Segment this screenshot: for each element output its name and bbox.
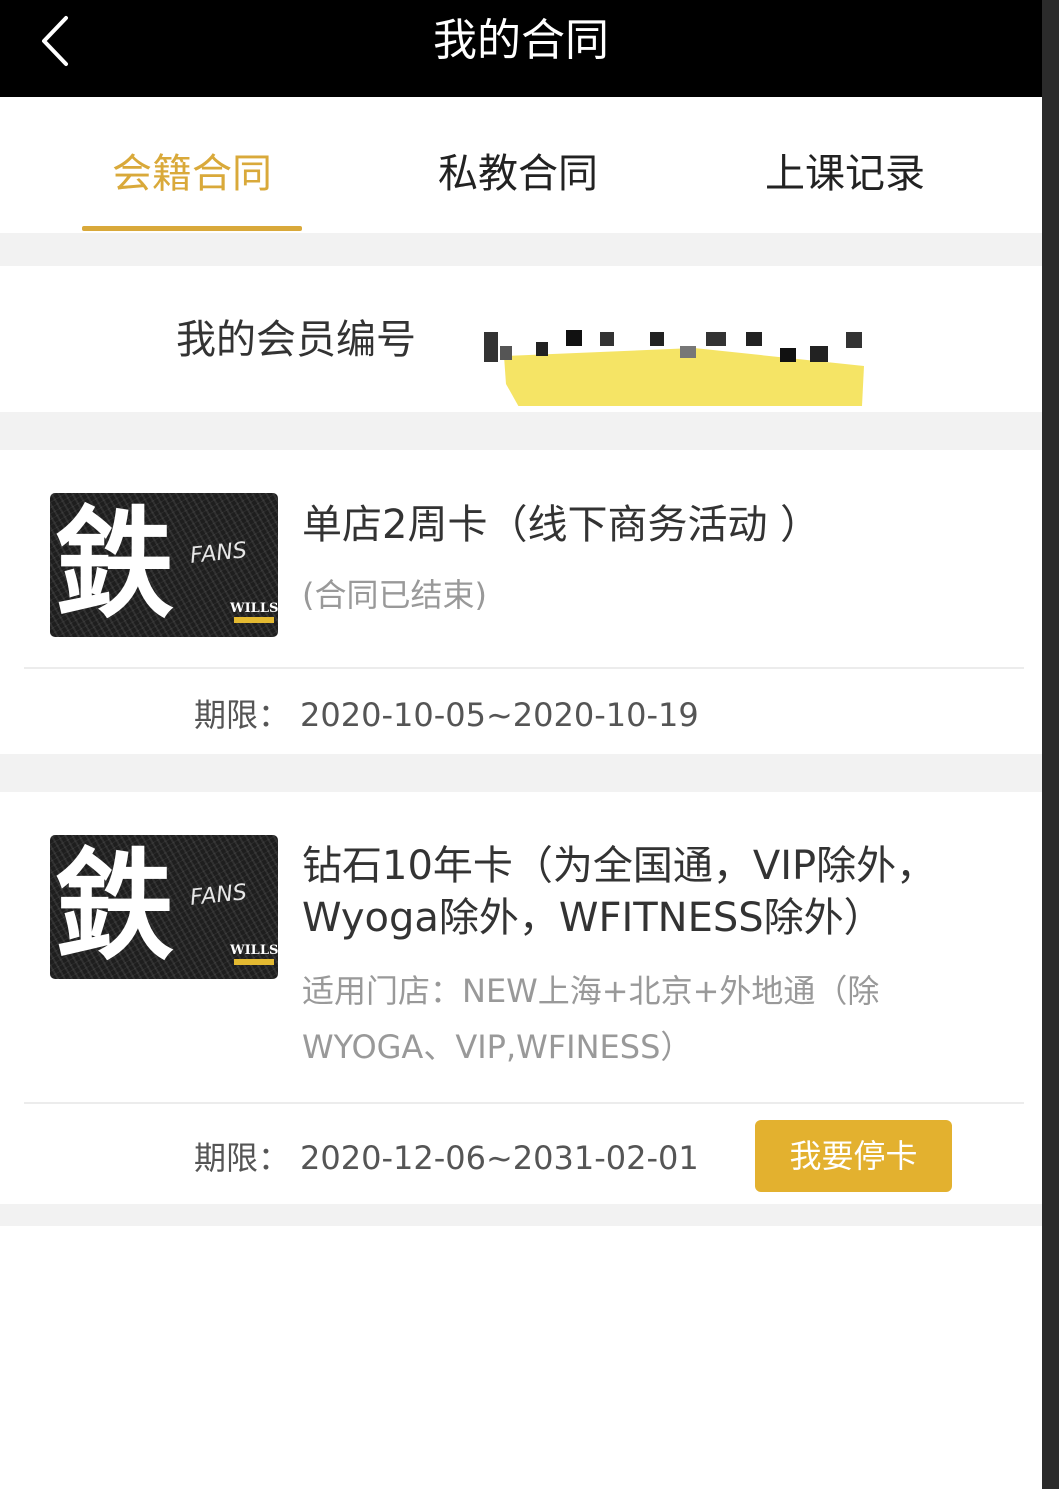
member-number-label: 我的会员编号 <box>176 317 416 363</box>
stop-card-button[interactable]: 我要停卡 <box>755 1120 952 1192</box>
period-value: 2020-10-05~2020-10-19 <box>300 696 699 734</box>
active-tab-indicator <box>82 226 302 231</box>
contract-card[interactable]: 鉄 FANS WILLS 单店2周卡（线下商务活动 ） (合同已结束) 期限： … <box>0 450 1042 754</box>
page-title: 我的合同 <box>433 15 609 66</box>
section-separator <box>0 233 1042 266</box>
member-number-redacted <box>484 330 864 406</box>
card-image-brand: WILLS <box>230 943 278 958</box>
card-image-brand: WILLS <box>230 601 278 616</box>
tab-membership-contract[interactable]: 会籍合同 <box>62 149 322 199</box>
contract-status: (合同已结束) <box>302 576 487 614</box>
card-image-character: 鉄 <box>54 494 174 635</box>
top-bar: 我的合同 <box>0 0 1042 97</box>
section-separator <box>0 754 1042 792</box>
card-image-character: 鉄 <box>54 836 174 977</box>
contract-title: 钻石10年卡（为全国通，VIP除外，Wyoga除外，WFITNESS除外） <box>302 843 937 941</box>
divider <box>24 667 1024 669</box>
member-number-row: 我的会员编号 <box>0 266 1042 412</box>
tab-class-records[interactable]: 上课记录 <box>715 149 975 199</box>
tab-private-coach-contract[interactable]: 私教合同 <box>388 149 648 199</box>
divider <box>24 1102 1024 1104</box>
tab-bar: 会籍合同 私教合同 上课记录 <box>0 97 1042 233</box>
contract-title: 单店2周卡（线下商务活动 ） <box>302 502 821 548</box>
section-separator <box>0 1204 1042 1226</box>
card-image: 鉄 FANS WILLS <box>50 493 278 637</box>
screen-edge <box>1042 0 1059 1489</box>
section-separator <box>0 412 1042 450</box>
card-image: 鉄 FANS WILLS <box>50 835 278 979</box>
period-label: 期限： <box>194 1139 291 1177</box>
contract-applicable-stores: 适用门店：NEW上海+北京+外地通（除WYOGA、VIP,WFINESS） <box>302 972 880 1066</box>
period-value: 2020-12-06~2031-02-01 <box>300 1139 699 1177</box>
period-label: 期限： <box>194 696 291 734</box>
